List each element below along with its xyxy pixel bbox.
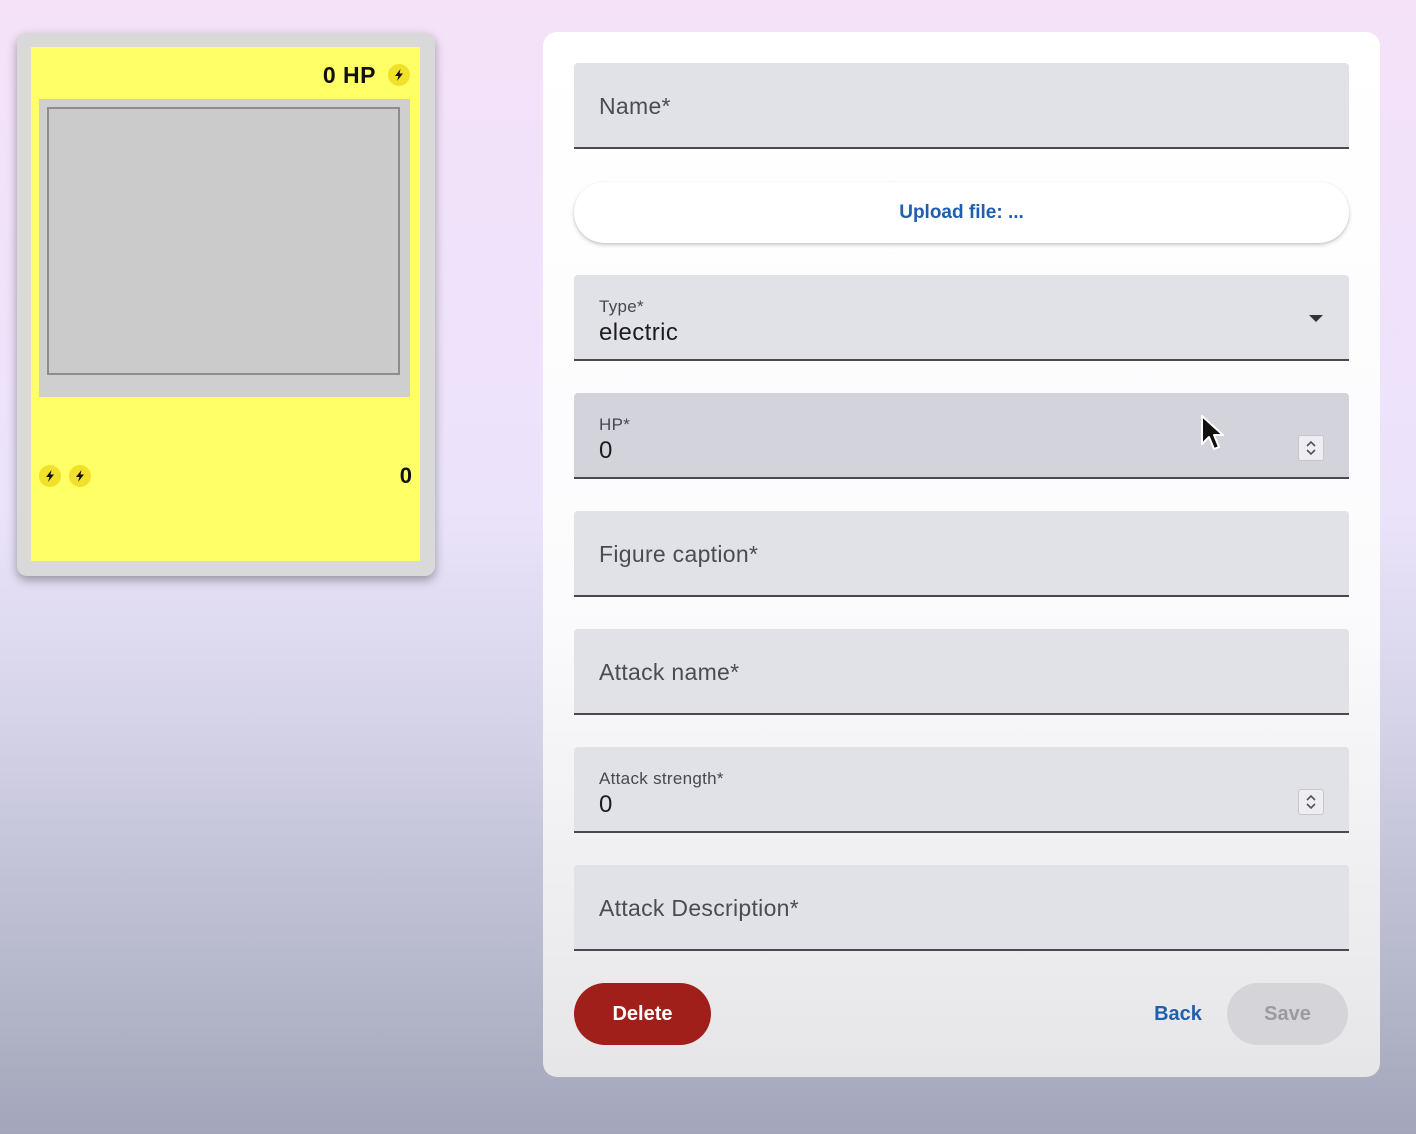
dropdown-arrow-icon[interactable] [1309,315,1323,322]
card-edit-form: Name* Upload file: ... Type* electric HP… [543,32,1380,1077]
figure-caption-field[interactable]: Figure caption* [574,511,1349,597]
card-attack-row: 0 [39,461,412,491]
figure-caption-placeholder: Figure caption* [599,541,759,567]
save-button[interactable]: Save [1227,983,1348,1045]
name-field[interactable]: Name* [574,63,1349,149]
delete-button[interactable]: Delete [574,983,711,1045]
mouse-pointer-icon [1201,415,1224,450]
attack-strength-value: 0 [599,791,613,818]
upload-file-button[interactable]: Upload file: ... [574,182,1349,243]
attack-name-placeholder: Attack name* [599,659,740,685]
card-image-placeholder [47,107,400,375]
type-select[interactable]: Type* electric [574,275,1349,361]
back-button[interactable]: Back [1138,996,1218,1032]
name-placeholder: Name* [599,93,671,119]
lightning-bolt-icon [39,465,61,487]
hp-field[interactable]: HP* 0 [574,393,1349,479]
card-hp: 0 HP [322,61,376,88]
card-header: 0 HP [323,60,410,90]
card-preview: 0 HP 0 [17,33,435,576]
attack-strength-stepper-icon[interactable] [1298,789,1324,815]
hp-value: 0 [599,437,613,464]
attack-strength-field[interactable]: Attack strength* 0 [574,747,1349,833]
attack-description-field[interactable]: Attack Description* [574,865,1349,951]
lightning-bolt-icon [69,465,91,487]
attack-name-field[interactable]: Attack name* [574,629,1349,715]
type-value: electric [599,319,679,346]
attack-strength-label: Attack strength* [599,769,724,788]
hp-stepper-icon[interactable] [1298,435,1324,461]
card-face: 0 HP 0 [31,47,420,561]
type-label: Type* [599,297,644,316]
attack-cost [39,465,91,487]
card-image-frame [39,99,410,397]
attack-description-placeholder: Attack Description* [599,895,799,921]
hp-label: HP* [599,415,631,434]
card-attack-strength: 0 [399,463,412,488]
lightning-bolt-icon [388,64,410,86]
